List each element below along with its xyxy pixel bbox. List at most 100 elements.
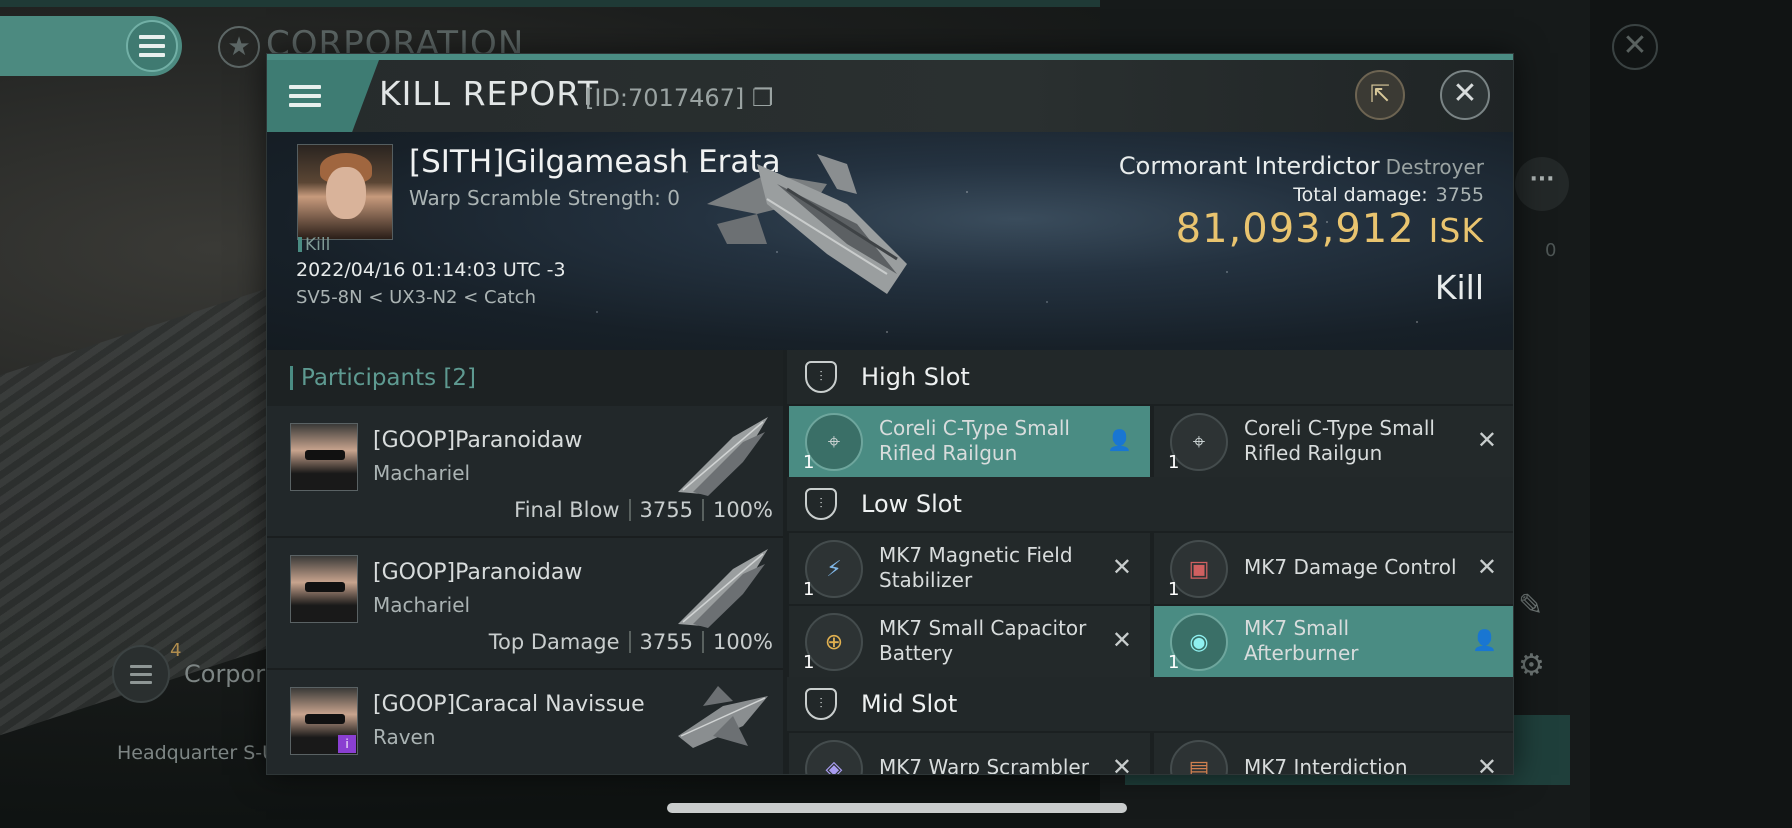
destroyed-icon: ✕ bbox=[1111, 626, 1132, 654]
module-slot[interactable]: ◉ 1 MK7 Small Afterburner 👤 bbox=[1154, 606, 1513, 677]
participant-avatar[interactable]: i bbox=[290, 687, 358, 755]
edit-icon[interactable]: ✎ bbox=[1518, 588, 1543, 623]
menu-icon bbox=[126, 20, 178, 72]
module-name: MK7 Small Afterburner bbox=[1244, 616, 1359, 665]
module-slot[interactable]: ◈ 1 MK7 Warp Scrambler ✕ bbox=[789, 733, 1150, 775]
participant-ship-image bbox=[678, 549, 768, 628]
destroyed-icon: ✕ bbox=[1476, 753, 1497, 775]
pilot-icon: 👤 bbox=[1472, 628, 1497, 652]
participants-panel: Participants [2] [GOOP]Paranoidaw Machar… bbox=[267, 350, 783, 774]
info-badge-icon: i bbox=[338, 735, 356, 753]
module-slot[interactable]: ⊕ 1 MK7 Small Capacitor Battery ✕ bbox=[789, 606, 1150, 677]
kill-id-text: [ID:7017467] bbox=[585, 84, 745, 112]
module-name: MK7 Interdiction bbox=[1244, 755, 1408, 775]
participant-avatar[interactable] bbox=[290, 423, 358, 491]
settings-icon[interactable]: ⚙ bbox=[1518, 648, 1545, 683]
participant-row[interactable]: [GOOP]Paranoidaw Machariel Final Blow 37… bbox=[267, 406, 783, 538]
warp-scrambler-icon: ◈ bbox=[805, 740, 863, 774]
module-quantity: 1 bbox=[1168, 452, 1180, 473]
dialog-titlebar: KILL REPORT [ID:7017467] ❐ ⇱ ✕ bbox=[267, 60, 1513, 132]
background-close-icon[interactable]: ✕ bbox=[1612, 24, 1658, 70]
kill-tag: Kill bbox=[298, 235, 330, 255]
low-slot-grid: ⚡ 1 MK7 Magnetic Field Stabilizer ✕ ▣ 1 … bbox=[787, 533, 1513, 677]
high-slot-header: ⫶ High Slot bbox=[787, 350, 1513, 406]
menu-icon bbox=[289, 85, 321, 107]
more-options-icon[interactable]: ··· bbox=[1515, 157, 1569, 211]
destroyed-icon: ✕ bbox=[1476, 553, 1497, 581]
low-slot-header: ⫶ Low Slot bbox=[787, 477, 1513, 533]
module-name: Coreli C-Type Small Rifled Railgun bbox=[1244, 416, 1435, 465]
module-slot[interactable]: ▣ 1 MK7 Damage Control ✕ bbox=[1154, 533, 1513, 604]
dialog-title: KILL REPORT bbox=[379, 74, 599, 113]
close-icon[interactable]: ✕ bbox=[1440, 70, 1490, 120]
participants-header: Participants [2] bbox=[267, 350, 783, 406]
module-slot[interactable]: ⚡ 1 MK7 Magnetic Field Stabilizer ✕ bbox=[789, 533, 1150, 604]
participant-tag: Final Blow bbox=[514, 498, 620, 522]
interdiction-icon: ▤ bbox=[1170, 740, 1228, 774]
participant-stats: Top Damage 3755 100% bbox=[489, 630, 773, 654]
participant-avatar[interactable] bbox=[290, 555, 358, 623]
ship-name-text: Cormorant Interdictor bbox=[1118, 152, 1380, 180]
module-slot[interactable]: ⌖ 1 Coreli C-Type Small Rifled Railgun ✕ bbox=[1154, 406, 1513, 477]
module-name: MK7 Magnetic Field Stabilizer bbox=[879, 543, 1073, 592]
module-slot[interactable]: ⌖ 1 Coreli C-Type Small Rifled Railgun 👤 bbox=[789, 406, 1150, 477]
isk-unit: ISK bbox=[1428, 211, 1484, 250]
total-damage-value: 3755 bbox=[1435, 184, 1484, 206]
total-damage: Total damage: 3755 bbox=[1293, 184, 1484, 206]
main-menu-button[interactable] bbox=[0, 16, 182, 76]
kill-id[interactable]: [ID:7017467] ❐ bbox=[585, 84, 773, 112]
victim-header: [SITH]Gilgameash Erata Warp Scramble Str… bbox=[267, 132, 1513, 350]
participant-row[interactable]: i [GOOP]Caracal Navissue Raven bbox=[267, 670, 783, 774]
module-name: MK7 Damage Control bbox=[1244, 555, 1457, 579]
corporation-row[interactable]: Corpora bbox=[112, 645, 280, 703]
right-panel-edge bbox=[1590, 0, 1792, 828]
home-indicator[interactable] bbox=[667, 803, 1127, 813]
victim-ship-name[interactable]: Cormorant Interdictor Destroyer bbox=[1119, 152, 1484, 180]
participant-ship: Raven bbox=[373, 725, 436, 749]
corporation-badge: 4 bbox=[170, 640, 182, 661]
high-slot-label: High Slot bbox=[861, 363, 970, 391]
high-slot-icon: ⫶ bbox=[805, 361, 837, 393]
kill-location[interactable]: SV5-8N < UX3-N2 < Catch bbox=[296, 287, 536, 308]
result-label: Kill bbox=[1434, 268, 1484, 307]
copy-icon[interactable]: ❐ bbox=[752, 84, 774, 112]
high-slot-grid: ⌖ 1 Coreli C-Type Small Rifled Railgun 👤… bbox=[787, 406, 1513, 477]
corporation-menu-icon bbox=[112, 645, 170, 703]
module-name: MK7 Warp Scrambler bbox=[879, 755, 1089, 775]
victim-ship-image bbox=[707, 154, 907, 294]
destroyed-icon: ✕ bbox=[1111, 753, 1132, 775]
kill-report-dialog: KILL REPORT [ID:7017467] ❐ ⇱ ✕ [SITH]Gil… bbox=[266, 53, 1514, 775]
mid-slot-grid: ◈ 1 MK7 Warp Scrambler ✕ ▤ 1 MK7 Interdi… bbox=[787, 733, 1513, 775]
destroyed-icon: ✕ bbox=[1111, 553, 1132, 581]
participant-ship: Machariel bbox=[373, 593, 471, 617]
module-name: Coreli C-Type Small Rifled Railgun bbox=[879, 416, 1070, 465]
low-slot-icon: ⫶ bbox=[805, 488, 837, 520]
participant-ship-image bbox=[678, 417, 768, 496]
isk-amount: 81,093,912 bbox=[1175, 206, 1415, 252]
star-icon: ★ bbox=[218, 26, 260, 68]
pilot-icon: 👤 bbox=[1107, 428, 1132, 452]
participant-name: [GOOP]Paranoidaw bbox=[373, 560, 583, 585]
participant-name: [GOOP]Caracal Navissue bbox=[373, 692, 645, 717]
headquarter-label: Headquarter S-U bbox=[117, 742, 277, 764]
share-icon[interactable]: ⇱ bbox=[1355, 70, 1405, 120]
module-quantity: 1 bbox=[803, 652, 815, 673]
warp-scramble-strength: Warp Scramble Strength: 0 bbox=[409, 186, 680, 210]
module-slot[interactable]: ▤ 1 MK7 Interdiction ✕ bbox=[1154, 733, 1513, 775]
mid-slot-icon: ⫶ bbox=[805, 688, 837, 720]
participant-ship: Machariel bbox=[373, 461, 471, 485]
victim-portrait[interactable] bbox=[297, 144, 393, 240]
side-digit: 0 bbox=[1545, 240, 1557, 261]
participant-damage: 3755 bbox=[639, 498, 693, 522]
destroyed-icon: ✕ bbox=[1476, 426, 1497, 454]
participant-damage: 3755 bbox=[639, 630, 693, 654]
isk-value: 81,093,912 ISK bbox=[1176, 206, 1484, 252]
total-damage-label: Total damage: bbox=[1293, 184, 1428, 206]
mid-slot-header: ⫶ Mid Slot bbox=[787, 677, 1513, 733]
participant-percent: 100% bbox=[712, 630, 773, 654]
participant-row[interactable]: [GOOP]Paranoidaw Machariel Top Damage 37… bbox=[267, 538, 783, 670]
dialog-menu-button[interactable] bbox=[267, 60, 379, 132]
participant-tag: Top Damage bbox=[488, 630, 620, 654]
fitting-panel: ⫶ High Slot ⌖ 1 Coreli C-Type Small Rifl… bbox=[787, 350, 1513, 775]
participant-percent: 100% bbox=[712, 498, 773, 522]
